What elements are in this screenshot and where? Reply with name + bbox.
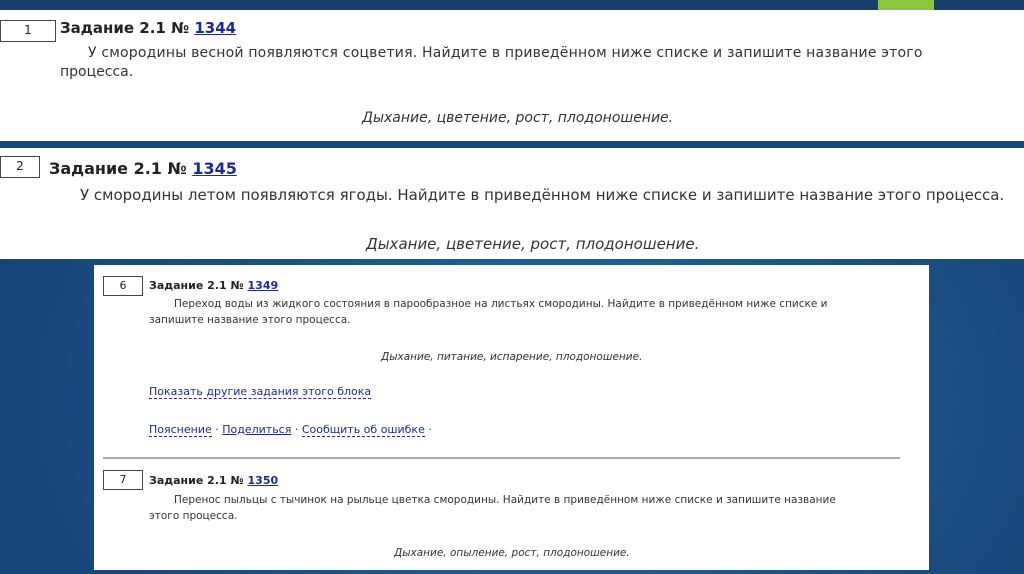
task-id-link[interactable]: 1345 (192, 159, 237, 178)
task-number-box: 2 (0, 156, 40, 178)
task-text-line2: процесса. (60, 64, 134, 80)
task-panel-1344: 1 Задание 2.1 № 1344 У смородины весной … (0, 10, 1024, 141)
task-id-link[interactable]: 1344 (194, 19, 236, 37)
task-options: Дыхание, цветение, рост, плодоношение. (362, 110, 674, 126)
task-title: Задание 2.1 № 1349 (149, 279, 278, 292)
task-options: Дыхание, опыление, рост, плодоношение. (394, 547, 630, 559)
task-number-box: 6 (103, 276, 143, 296)
explanation-link[interactable]: Пояснение (149, 423, 212, 437)
show-more-link[interactable]: Показать другие задания этого блока (149, 385, 372, 399)
top-decorative-strip (0, 0, 1024, 10)
task-title: Задание 2.1 № 1345 (49, 159, 237, 178)
task-title: Задание 2.1 № 1344 (60, 19, 236, 37)
task-number-box: 1 (0, 20, 56, 42)
separator-dot: · (215, 423, 219, 436)
task-text-line1: Перенос пыльцы с тычинок на рыльце цветк… (174, 494, 836, 506)
task-options: Дыхание, цветение, рост, плодоношение. (366, 235, 700, 253)
task-title: Задание 2.1 № 1350 (149, 474, 278, 487)
task-text-line2: запишите название этого процесса. (149, 314, 351, 326)
report-error-link[interactable]: Сообщить об ошибке (301, 423, 425, 437)
divider-stripe (0, 141, 1024, 148)
task-title-prefix: Задание 2.1 № (49, 159, 193, 178)
task-text-line1: У смородины летом появляются ягоды. Найд… (80, 186, 1005, 204)
task-options: Дыхание, питание, испарение, плодоношени… (381, 351, 643, 363)
task-panel-1345: 2 Задание 2.1 № 1345 У смородины летом п… (0, 148, 1024, 259)
separator-dot: · (294, 423, 299, 436)
task-title-prefix: Задание 2.1 № (60, 19, 195, 37)
task-panel-1349-1350: 6 Задание 2.1 № 1349 Переход воды из жид… (94, 265, 929, 570)
accent-green-block (878, 0, 934, 10)
separator-dot: · (428, 423, 432, 436)
task-id-link[interactable]: 1350 (248, 474, 279, 487)
task-actions: Пояснение · Поделиться · Сообщить об оши… (149, 423, 432, 437)
task-title-prefix: Задание 2.1 № (149, 279, 248, 292)
share-link[interactable]: Поделиться (222, 423, 291, 436)
task-number-box: 7 (103, 470, 143, 490)
task-text-line1: У смородины весной появляются соцветия. … (88, 45, 923, 61)
section-divider (103, 457, 900, 459)
task-id-link[interactable]: 1349 (248, 279, 279, 292)
task-title-prefix: Задание 2.1 № (149, 474, 248, 487)
task-text-line1: Переход воды из жидкого состояния в паро… (174, 298, 828, 310)
task-text-line2: этого процесса. (149, 510, 238, 522)
